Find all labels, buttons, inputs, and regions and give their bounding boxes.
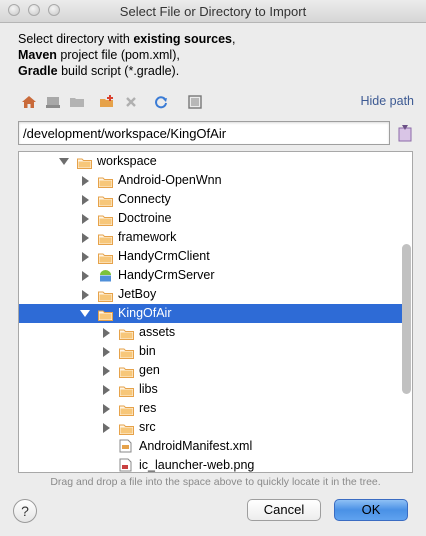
tree-row-label: HandyCrmClient (118, 249, 210, 263)
collapsed-arrow-icon[interactable] (103, 347, 110, 357)
tree-row-label: res (139, 401, 157, 415)
tree-row-label: bin (139, 344, 156, 358)
tree-row[interactable]: workspace (19, 152, 402, 171)
path-row (18, 121, 414, 147)
tree-row-label: gen (139, 363, 160, 377)
folder-icon (119, 422, 134, 435)
folder-icon (98, 175, 113, 188)
collapsed-arrow-icon[interactable] (82, 176, 89, 186)
folder-icon (119, 384, 134, 397)
tree-row[interactable]: libs (19, 380, 402, 399)
collapsed-arrow-icon[interactable] (82, 290, 89, 300)
desc-line1-bold: existing sources (133, 32, 232, 46)
tree-row-label: Android-OpenWnn (118, 173, 222, 187)
ok-button[interactable]: OK (334, 499, 408, 521)
collapsed-arrow-icon[interactable] (82, 233, 89, 243)
folder-icon (98, 251, 113, 264)
path-input[interactable] (18, 121, 390, 145)
folder-icon (77, 156, 92, 169)
tree-row-label: workspace (97, 154, 157, 168)
dialog-description: Select directory with existing sources, … (18, 31, 235, 79)
collapsed-arrow-icon[interactable] (103, 385, 110, 395)
image-file-icon (119, 458, 134, 472)
tree-row[interactable]: Doctroine (19, 209, 402, 228)
hide-path-link[interactable]: Hide path (360, 94, 414, 108)
collapsed-arrow-icon[interactable] (82, 195, 89, 205)
show-hidden-icon[interactable] (186, 93, 204, 111)
tree-row[interactable]: Android-OpenWnn (19, 171, 402, 190)
file-chooser-toolbar: Hide path (18, 90, 414, 114)
path-history-icon[interactable] (396, 123, 414, 143)
tree-row-label: assets (139, 325, 176, 339)
home-icon[interactable] (20, 93, 38, 111)
drag-drop-hint: Drag and drop a file into the space abov… (50, 476, 381, 488)
folder-icon (119, 403, 134, 416)
desc-line1-suffix: , (231, 32, 236, 46)
tree-row[interactable]: ic_launcher-web.png (19, 456, 402, 472)
title-bar: Select File or Directory to Import (0, 0, 426, 23)
help-button[interactable]: ? (13, 499, 37, 523)
folder-icon (119, 327, 134, 340)
tree-row-label: KingOfAir (118, 306, 172, 320)
expanded-arrow-icon[interactable] (80, 310, 90, 317)
new-folder-icon[interactable] (98, 93, 116, 111)
folder-icon (119, 346, 134, 359)
tree-row[interactable]: Connecty (19, 190, 402, 209)
expanded-arrow-icon[interactable] (59, 158, 69, 165)
delete-icon[interactable] (122, 93, 140, 111)
folder-icon (98, 213, 113, 226)
tree-row-label: Connecty (118, 192, 171, 206)
desktop-icon[interactable] (44, 93, 62, 111)
tree-row[interactable]: HandyCrmClient (19, 247, 402, 266)
collapsed-arrow-icon[interactable] (82, 214, 89, 224)
tree-row[interactable]: framework (19, 228, 402, 247)
collapsed-arrow-icon[interactable] (103, 366, 110, 376)
tree-row[interactable]: res (19, 399, 402, 418)
collapsed-arrow-icon[interactable] (82, 252, 89, 262)
collapsed-arrow-icon[interactable] (103, 404, 110, 414)
tree-row-label: libs (139, 382, 158, 396)
refresh-icon[interactable] (152, 93, 170, 111)
tree-row[interactable]: JetBoy (19, 285, 402, 304)
window-title: Select File or Directory to Import (119, 4, 307, 19)
folder-icon (98, 308, 113, 321)
tree-row-label: Doctroine (118, 211, 172, 225)
folder-icon (98, 194, 113, 207)
folder-icon (119, 365, 134, 378)
xml-file-icon (119, 439, 134, 453)
tree-row[interactable]: AndroidManifest.xml (19, 437, 402, 456)
tree-row-label: AndroidManifest.xml (139, 439, 253, 453)
tree-row-label: JetBoy (118, 287, 157, 301)
folder-icon (98, 289, 113, 302)
project-folder-icon[interactable] (68, 93, 86, 111)
tree-row-label: HandyCrmServer (118, 268, 215, 282)
android-module-icon (98, 269, 113, 282)
tree-row-label: src (139, 420, 156, 434)
desc-line3-bold: Gradle (18, 64, 58, 78)
tree-row[interactable]: assets (19, 323, 402, 342)
tree-row[interactable]: bin (19, 342, 402, 361)
collapsed-arrow-icon[interactable] (103, 423, 110, 433)
folder-icon (98, 232, 113, 245)
collapsed-arrow-icon[interactable] (103, 328, 110, 338)
file-tree[interactable]: workspace Android-OpenWnn Connecty Doctroin… (18, 151, 413, 473)
collapsed-arrow-icon[interactable] (82, 271, 89, 281)
desc-line3-text: build script (*.gradle). (57, 64, 180, 78)
desc-line2-bold: Maven (18, 48, 57, 62)
tree-row[interactable]: HandyCrmServer (19, 266, 402, 285)
desc-line2-text: project file (pom.xml), (56, 48, 180, 62)
tree-row[interactable]: KingOfAir (19, 304, 402, 323)
import-dialog: Select File or Directory to Import Selec… (0, 0, 426, 536)
tree-row-label: framework (118, 230, 177, 244)
tree-scrollbar[interactable] (402, 244, 411, 394)
desc-line1-text: Select directory with (18, 32, 134, 46)
tree-row[interactable]: src (19, 418, 402, 437)
tree-row-label: ic_launcher-web.png (139, 458, 255, 472)
cancel-button[interactable]: Cancel (247, 499, 321, 521)
tree-row[interactable]: gen (19, 361, 402, 380)
